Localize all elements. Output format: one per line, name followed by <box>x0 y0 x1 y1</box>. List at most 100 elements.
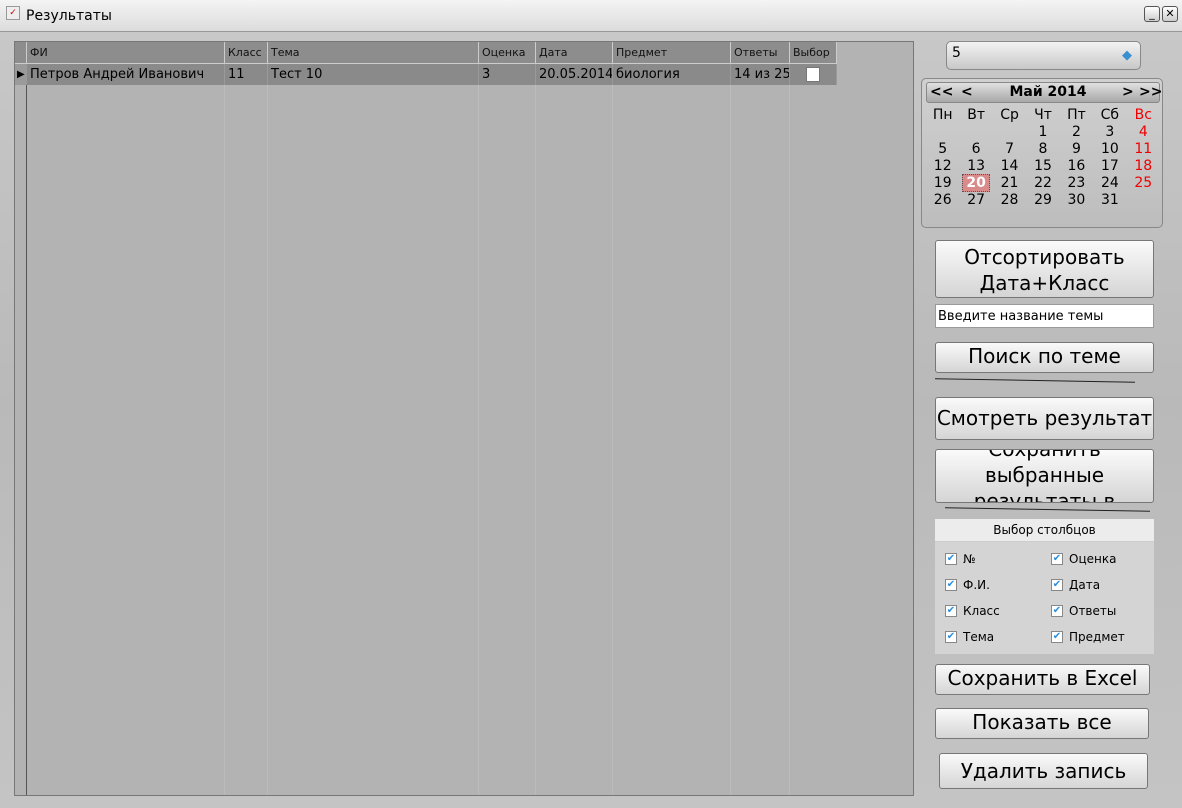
column-header-class[interactable]: Класс <box>225 42 268 64</box>
calendar-day[interactable]: 24 <box>1093 175 1126 192</box>
calendar-day[interactable]: 23 <box>1060 175 1093 192</box>
calendar-day[interactable]: 16 <box>1060 158 1093 175</box>
calendar-day[interactable]: 21 <box>993 175 1026 192</box>
checkbox-label: Тема <box>963 630 995 644</box>
checkbox-label: № <box>963 552 976 566</box>
column-checkbox[interactable]: ✔ № <box>945 552 975 566</box>
cell-subject[interactable]: биология <box>613 64 731 85</box>
empty-day <box>926 124 959 141</box>
calendar-day[interactable]: 4 <box>1127 124 1160 141</box>
column-selection-group: Выбор столбцов ✔ № ✔ Ф.И. ✔ Класс ✔ Тема ✔ Оценка… <box>935 519 1154 654</box>
column-checkbox[interactable]: ✔ Класс <box>945 604 1000 618</box>
column-header-grade[interactable]: Оценка <box>479 42 536 64</box>
calendar-day[interactable]: 1 <box>1026 124 1059 141</box>
checkbox-icon[interactable]: ✔ <box>1051 553 1063 565</box>
column-checkbox[interactable]: ✔ Тема <box>945 630 994 644</box>
calendar-day[interactable]: 29 <box>1026 192 1059 209</box>
column-checkbox[interactable]: ✔ Ф.И. <box>945 578 990 592</box>
calendar-day[interactable]: 14 <box>993 158 1026 175</box>
checkbox-label: Ответы <box>1069 604 1117 618</box>
show-all-button[interactable]: Показать все <box>935 708 1149 739</box>
calendar-header: << < Май 2014 > >> <box>926 82 1162 103</box>
column-header-subject[interactable]: Предмет <box>613 42 731 64</box>
theme-search-input[interactable] <box>935 304 1154 328</box>
divider <box>26 85 27 795</box>
calendar-day[interactable]: 10 <box>1093 141 1126 158</box>
calendar-day[interactable]: 26 <box>926 192 959 209</box>
calendar-day[interactable]: 31 <box>1093 192 1126 209</box>
prev-month-button[interactable]: < <box>961 84 973 100</box>
checkbox-icon[interactable]: ✔ <box>945 579 957 591</box>
results-grid[interactable]: ФИ Класс Тема Оценка Дата Предмет Ответы… <box>14 41 914 796</box>
scribble-line <box>945 507 1150 512</box>
calendar-day[interactable]: 20 <box>959 174 992 192</box>
calendar-day[interactable]: 17 <box>1093 158 1126 175</box>
divider <box>730 85 731 795</box>
checkbox-label: Предмет <box>1069 630 1125 644</box>
sort-button[interactable]: Отсортировать Дата+Класс <box>935 240 1154 298</box>
calendar-day[interactable]: 5 <box>926 141 959 158</box>
calendar-day[interactable]: 7 <box>993 141 1026 158</box>
calendar-day[interactable]: 27 <box>959 192 992 209</box>
view-result-button[interactable]: Смотреть результат <box>935 397 1154 440</box>
checkbox-icon[interactable]: ✔ <box>1051 579 1063 591</box>
row-indicator-header <box>15 42 27 64</box>
calendar-day[interactable]: 19 <box>926 175 959 192</box>
cell-fi[interactable]: Петров Андрей Иванович <box>27 64 225 85</box>
calendar-day[interactable]: 25 <box>1127 175 1160 192</box>
calendar-day[interactable]: 28 <box>993 192 1026 209</box>
checkbox-icon[interactable]: ✔ <box>1051 631 1063 643</box>
calendar-day[interactable]: 22 <box>1026 175 1059 192</box>
column-header-fi[interactable]: ФИ <box>27 42 225 64</box>
checkbox-icon[interactable]: ✔ <box>945 605 957 617</box>
next-month-button[interactable]: > <box>1122 84 1134 100</box>
checkbox-icon[interactable]: ✔ <box>1051 605 1063 617</box>
cell-answers[interactable]: 14 из 25 <box>731 64 790 85</box>
divider <box>478 85 479 795</box>
calendar-day[interactable]: 6 <box>959 141 992 158</box>
calendar-day[interactable]: 11 <box>1127 141 1160 158</box>
empty-day <box>959 124 992 141</box>
checkbox-icon[interactable]: ✔ <box>945 553 957 565</box>
calendar-day[interactable]: 12 <box>926 158 959 175</box>
class-combo[interactable]: 5 ◆ <box>946 41 1141 70</box>
search-by-theme-button[interactable]: Поиск по теме <box>935 342 1154 373</box>
calendar-day[interactable]: 3 <box>1093 124 1126 141</box>
weekday-label: Сб <box>1100 107 1120 123</box>
calendar-title: Май 2014 <box>1009 84 1087 100</box>
cell-grade[interactable]: 3 <box>479 64 536 85</box>
column-header-answers[interactable]: Ответы <box>731 42 790 64</box>
column-checkbox[interactable]: ✔ Предмет <box>1051 630 1125 644</box>
title-bar: ✓ Результаты _ ✕ <box>0 0 1182 32</box>
cell-class[interactable]: 11 <box>225 64 268 85</box>
calendar-day[interactable]: 8 <box>1026 141 1059 158</box>
dropdown-arrow-icon[interactable]: ◆ <box>1122 48 1132 63</box>
calendar-day[interactable]: 30 <box>1060 192 1093 209</box>
weekday-label: Пт <box>1067 107 1086 123</box>
save-excel-button[interactable]: Сохранить в Excel <box>935 664 1150 695</box>
cell-theme[interactable]: Тест 10 <box>268 64 479 85</box>
calendar-day[interactable]: 9 <box>1060 141 1093 158</box>
delete-record-button[interactable]: Удалить запись <box>939 753 1148 789</box>
calendar-day[interactable]: 13 <box>959 158 992 175</box>
minimize-button[interactable]: _ <box>1144 6 1160 22</box>
select-checkbox[interactable] <box>806 67 820 82</box>
column-checkbox[interactable]: ✔ Дата <box>1051 578 1100 592</box>
prev-year-button[interactable]: << <box>930 84 953 100</box>
column-checkbox[interactable]: ✔ Оценка <box>1051 552 1116 566</box>
column-header-date[interactable]: Дата <box>536 42 613 64</box>
calendar-day[interactable]: 2 <box>1060 124 1093 141</box>
weekday-label: Вс <box>1134 107 1152 123</box>
column-header-theme[interactable]: Тема <box>268 42 479 64</box>
column-header-select[interactable]: Выбор <box>790 42 837 64</box>
calendar[interactable]: << < Май 2014 > >> Пн Вт Ср Чт Пт Сб Вс 1 2 3 4 5 6 7… <box>921 78 1163 228</box>
weekday-label: Пн <box>932 107 953 123</box>
save-selected-button[interactable]: Сохранить выбранные результаты в файл <box>935 449 1154 503</box>
next-year-button[interactable]: >> <box>1139 84 1162 100</box>
cell-date[interactable]: 20.05.2014 <box>536 64 613 85</box>
checkbox-icon[interactable]: ✔ <box>945 631 957 643</box>
column-checkbox[interactable]: ✔ Ответы <box>1051 604 1116 618</box>
calendar-day[interactable]: 18 <box>1127 158 1160 175</box>
calendar-day[interactable]: 15 <box>1026 158 1059 175</box>
close-button[interactable]: ✕ <box>1162 6 1178 22</box>
